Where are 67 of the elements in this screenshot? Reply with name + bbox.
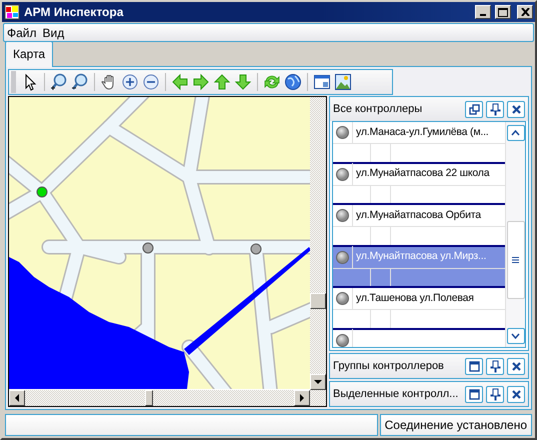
arrow-right-icon[interactable] <box>192 73 210 91</box>
maximize-button[interactable] <box>465 358 483 374</box>
arrow-up-icon[interactable] <box>213 73 231 91</box>
maximize-icon <box>468 388 480 400</box>
zoom-in-icon[interactable] <box>50 73 68 91</box>
tab[interactable]: Карта <box>5 41 54 67</box>
pin-icon <box>490 360 500 372</box>
controller-name: ул.Мунайатпасова Орбита <box>355 208 481 223</box>
panel-title: Группы контроллеров <box>333 358 445 374</box>
caret-down-icon <box>314 380 322 384</box>
caret-left-icon <box>14 394 20 402</box>
status-dot-icon <box>336 126 349 139</box>
arrow-left-icon[interactable] <box>171 73 189 91</box>
pin-icon <box>490 102 500 116</box>
caret-right-icon <box>300 394 304 402</box>
globe-icon[interactable] <box>284 73 302 91</box>
restore-button[interactable] <box>465 100 483 118</box>
status-dot-icon <box>336 250 349 264</box>
status-dot-icon <box>336 168 349 180</box>
close-icon <box>510 360 522 372</box>
zoom-out-circle-icon[interactable] <box>142 73 160 91</box>
close-icon <box>520 8 530 16</box>
zoom-out-icon[interactable] <box>71 73 89 91</box>
maximize-icon <box>498 8 508 16</box>
scroll-up-button[interactable] <box>506 125 524 141</box>
chevron-up-icon <box>511 130 520 136</box>
refresh-icon[interactable] <box>263 73 281 91</box>
horizontal-scrollbar[interactable] <box>9 390 326 406</box>
window-icon[interactable] <box>313 73 331 91</box>
controller-name: ул.Ташенова ул.Полевая <box>355 290 474 306</box>
zoom-in-circle-icon[interactable] <box>121 73 139 91</box>
panel-title: Все контроллеры <box>333 102 424 117</box>
panel-title: Выделенные контролл... <box>333 386 460 402</box>
pin-button[interactable] <box>486 358 504 374</box>
pin-button[interactable] <box>486 100 504 118</box>
close-button[interactable] <box>507 100 525 118</box>
toolbar-grip[interactable] <box>11 71 16 93</box>
close-icon <box>510 388 522 400</box>
controller-name: ул.Манаса-ул.Гумилёва (м... <box>355 124 489 140</box>
scroll-down-button[interactable] <box>506 328 524 344</box>
maximize-icon <box>468 360 480 372</box>
arrow-down-icon[interactable] <box>234 73 252 91</box>
scroll-right-button[interactable] <box>294 390 310 406</box>
close-button[interactable] <box>507 386 525 402</box>
close-icon <box>510 104 522 114</box>
list-scrollbar[interactable] <box>505 122 525 347</box>
pin-icon <box>490 388 500 400</box>
pin-button[interactable] <box>486 386 504 402</box>
maximize-button[interactable] <box>465 386 483 402</box>
app-icon <box>4 4 20 20</box>
menu-item[interactable]: Вид <box>40 24 68 42</box>
image-icon[interactable] <box>334 73 352 91</box>
controller-name: ул.Мунайатпасова 22 школа <box>355 166 490 182</box>
restore-icon <box>468 104 480 114</box>
status-dot-icon <box>336 209 349 222</box>
scroll-left-button[interactable] <box>9 390 25 406</box>
minimize-button[interactable] <box>475 5 491 19</box>
status-dot-icon <box>336 292 349 305</box>
chevron-down-icon <box>511 333 520 339</box>
window-title: АРМ Инспектора <box>24 4 124 21</box>
menu-item[interactable]: Файл <box>4 24 40 42</box>
status-text: Соединение установлено <box>380 414 532 436</box>
close-button[interactable] <box>507 358 525 374</box>
grip-icon <box>512 257 519 263</box>
scroll-thumb[interactable] <box>506 221 524 299</box>
status-dot-icon <box>336 334 349 346</box>
controller-name: ул.Мунайтпасова ул.Мирз... <box>355 249 486 264</box>
